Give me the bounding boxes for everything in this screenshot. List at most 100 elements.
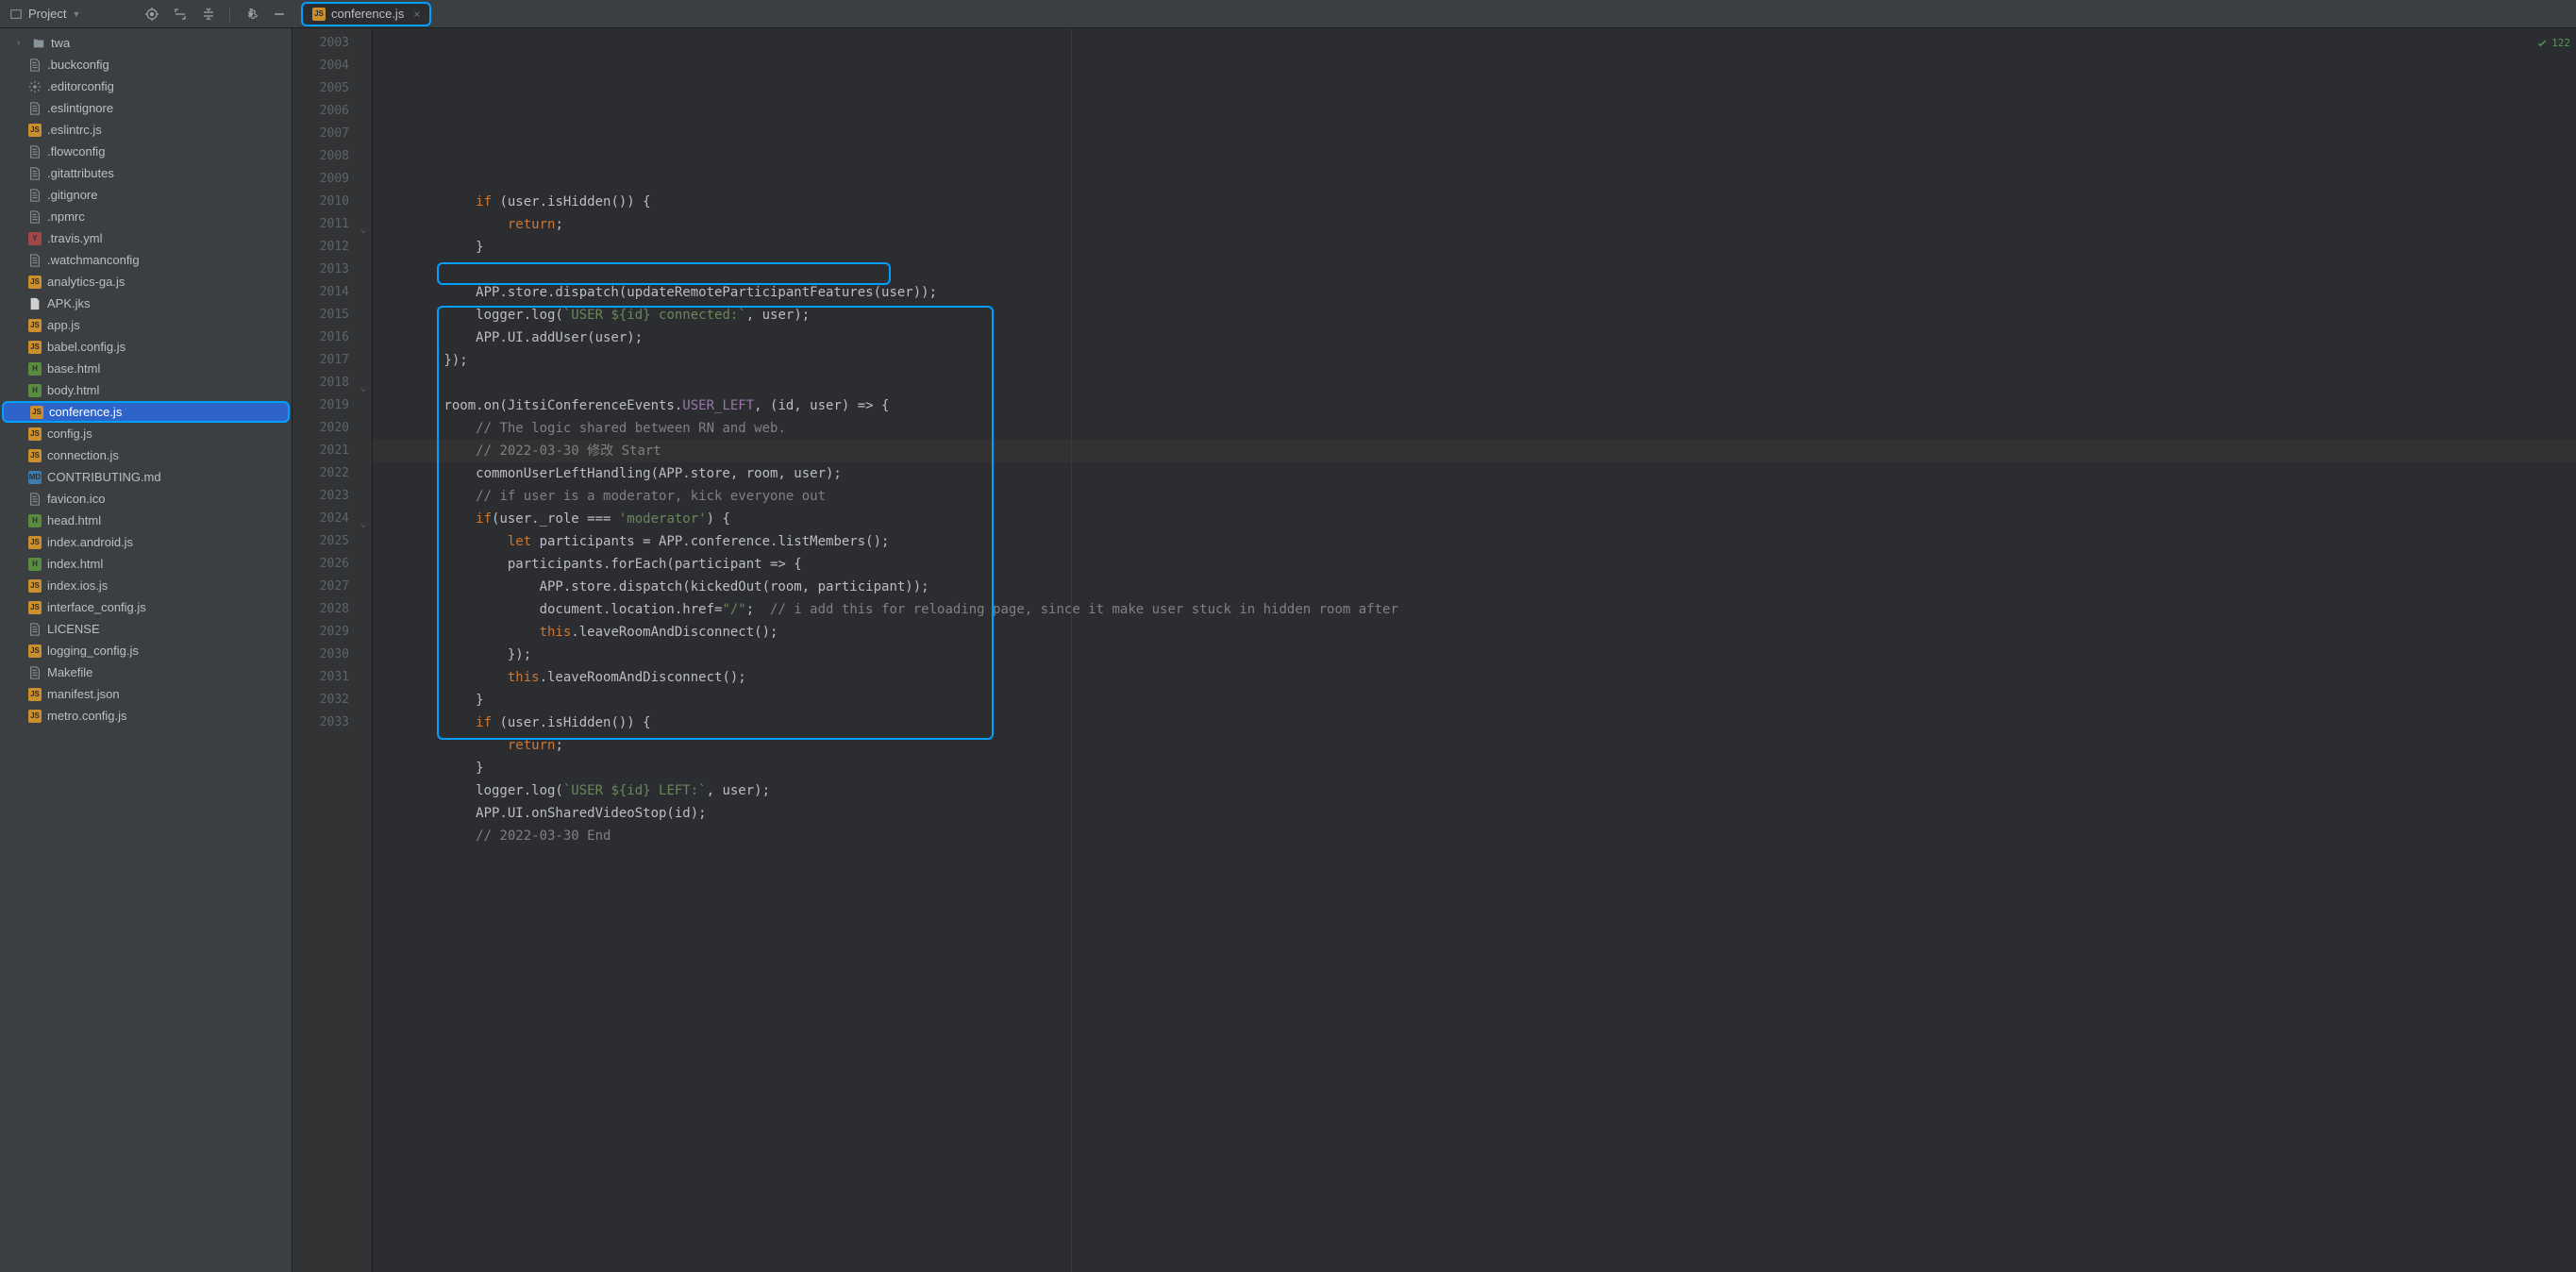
tree-item--eslintrc-js[interactable]: JS.eslintrc.js (0, 119, 292, 141)
tree-item-LICENSE[interactable]: LICENSE (0, 618, 292, 640)
tree-item-index-ios-js[interactable]: JSindex.ios.js (0, 575, 292, 596)
code-area[interactable]: 122 if (user.isHidden()) { return; } APP… (373, 28, 2576, 1272)
code-line[interactable] (373, 259, 2576, 281)
folder-icon (32, 37, 45, 50)
gear-icon[interactable] (243, 7, 259, 22)
code-line[interactable]: return; (373, 734, 2576, 757)
file-icon (28, 254, 42, 267)
tree-item-index-html[interactable]: Hindex.html (0, 553, 292, 575)
fold-marker-icon[interactable]: ⌄ (357, 219, 366, 228)
code-line[interactable]: } (373, 757, 2576, 779)
close-icon[interactable]: × (413, 8, 420, 21)
code-line[interactable]: APP.UI.addUser(user); (373, 326, 2576, 349)
tree-item-index-android-js[interactable]: JSindex.android.js (0, 531, 292, 553)
tree-item-CONTRIBUTING-md[interactable]: MDCONTRIBUTING.md (0, 466, 292, 488)
tree-item-label: index.html (47, 557, 103, 571)
code-line[interactable]: document.location.href="/"; // i add thi… (373, 598, 2576, 621)
tree-item-body-html[interactable]: Hbody.html (0, 379, 292, 401)
code-line[interactable]: participants.forEach(participant => { (373, 553, 2576, 576)
tree-item-label: .flowconfig (47, 144, 105, 159)
file-icon (28, 210, 42, 224)
gutter-line: 2004 (293, 55, 372, 77)
code-line[interactable]: } (373, 689, 2576, 711)
inspection-indicator[interactable]: 122 (2536, 32, 2570, 55)
tree-item-head-html[interactable]: Hhead.html (0, 510, 292, 531)
tree-item-manifest-json[interactable]: JSmanifest.json (0, 683, 292, 705)
editor[interactable]: 200320042005200620072008200920102011⌄201… (293, 28, 2576, 1272)
tree-item-analytics-ga-js[interactable]: JSanalytics-ga.js (0, 271, 292, 293)
code-line[interactable]: // The logic shared between RN and web. (373, 417, 2576, 440)
tree-folder-twa[interactable]: › twa (0, 32, 292, 54)
code-line[interactable]: if(user._role === 'moderator') { (373, 508, 2576, 530)
tree-item-Makefile[interactable]: Makefile (0, 661, 292, 683)
tree-item-label: babel.config.js (47, 340, 125, 354)
tree-item-label: head.html (47, 513, 101, 527)
code-line[interactable]: logger.log(`USER ${id} LEFT:`, user); (373, 779, 2576, 802)
gutter-line: 2028 (293, 598, 372, 621)
tree-item--npmrc[interactable]: .npmrc (0, 206, 292, 227)
code-line[interactable]: let participants = APP.conference.listMe… (373, 530, 2576, 553)
code-line[interactable]: // if user is a moderator, kick everyone… (373, 485, 2576, 508)
fold-marker-icon[interactable]: ⌄ (357, 513, 366, 523)
code-line[interactable] (373, 168, 2576, 191)
code-line[interactable]: return; (373, 213, 2576, 236)
code-line[interactable] (373, 847, 2576, 870)
code-line[interactable]: APP.store.dispatch(kickedOut(room, parti… (373, 576, 2576, 598)
html-icon: H (28, 362, 42, 376)
tree-item-connection-js[interactable]: JSconnection.js (0, 444, 292, 466)
tree-item-config-js[interactable]: JSconfig.js (0, 423, 292, 444)
target-icon[interactable] (144, 7, 159, 22)
tree-item-APK-jks[interactable]: APK.jks (0, 293, 292, 314)
tree-item-conference-js[interactable]: JSconference.js (2, 401, 290, 423)
project-dropdown[interactable]: Project ▼ (4, 5, 86, 23)
project-tree[interactable]: › twa .buckconfig .editorconfig .eslintign… (0, 28, 293, 1272)
js-icon: JS (28, 579, 42, 593)
tree-item--eslintignore[interactable]: .eslintignore (0, 97, 292, 119)
tree-item--travis-yml[interactable]: Y.travis.yml (0, 227, 292, 249)
code-line[interactable]: room.on(JitsiConferenceEvents.USER_LEFT,… (373, 394, 2576, 417)
code-line[interactable]: // 2022-03-30 End (373, 825, 2576, 847)
editor-tab-conference[interactable]: JS conference.js × (301, 2, 431, 26)
tree-item-babel-config-js[interactable]: JSbabel.config.js (0, 336, 292, 358)
code-line[interactable]: logger.log(`USER ${id} connected:`, user… (373, 304, 2576, 326)
tree-item-label: APK.jks (47, 296, 91, 310)
gutter-line: 2005 (293, 77, 372, 100)
tree-item--buckconfig[interactable]: .buckconfig (0, 54, 292, 75)
tree-item--watchmanconfig[interactable]: .watchmanconfig (0, 249, 292, 271)
tree-item--gitattributes[interactable]: .gitattributes (0, 162, 292, 184)
code-line[interactable]: this.leaveRoomAndDisconnect(); (373, 666, 2576, 689)
code-line[interactable]: commonUserLeftHandling(APP.store, room, … (373, 462, 2576, 485)
chevron-right-icon[interactable]: › (17, 38, 26, 48)
code-line[interactable]: // 2022-03-30 修改 Start (373, 440, 2576, 462)
tree-item-app-js[interactable]: JSapp.js (0, 314, 292, 336)
gutter-line: 2032 (293, 689, 372, 711)
code-line[interactable] (373, 372, 2576, 394)
tree-item-label: .editorconfig (47, 79, 114, 93)
code-line[interactable]: if (user.isHidden()) { (373, 191, 2576, 213)
code-line[interactable]: if (user.isHidden()) { (373, 711, 2576, 734)
code-line[interactable]: APP.store.dispatch(updateRemoteParticipa… (373, 281, 2576, 304)
tree-item-favicon-ico[interactable]: favicon.ico (0, 488, 292, 510)
gutter-line: 2022 (293, 462, 372, 485)
minimize-icon[interactable] (272, 7, 287, 22)
code-line[interactable]: }); (373, 349, 2576, 372)
tree-item-label: .buckconfig (47, 58, 109, 72)
code-line[interactable]: }); (373, 644, 2576, 666)
tree-item--gitignore[interactable]: .gitignore (0, 184, 292, 206)
collapse-icon[interactable] (201, 7, 216, 22)
tree-item-logging_config-js[interactable]: JSlogging_config.js (0, 640, 292, 661)
tree-item-base-html[interactable]: Hbase.html (0, 358, 292, 379)
code-line[interactable]: APP.UI.onSharedVideoStop(id); (373, 802, 2576, 825)
tree-item--flowconfig[interactable]: .flowconfig (0, 141, 292, 162)
expand-icon[interactable] (173, 7, 188, 22)
tree-item-interface_config-js[interactable]: JSinterface_config.js (0, 596, 292, 618)
tree-item-label: manifest.json (47, 687, 120, 701)
tree-item--editorconfig[interactable]: .editorconfig (0, 75, 292, 97)
gutter-line: 2029 (293, 621, 372, 644)
fold-marker-icon[interactable]: ⌄ (357, 377, 366, 387)
margin-guide (1071, 28, 1072, 1272)
tree-item-metro-config-js[interactable]: JSmetro.config.js (0, 705, 292, 727)
code-line[interactable]: this.leaveRoomAndDisconnect(); (373, 621, 2576, 644)
gutter-line: 2016 (293, 326, 372, 349)
code-line[interactable]: } (373, 236, 2576, 259)
